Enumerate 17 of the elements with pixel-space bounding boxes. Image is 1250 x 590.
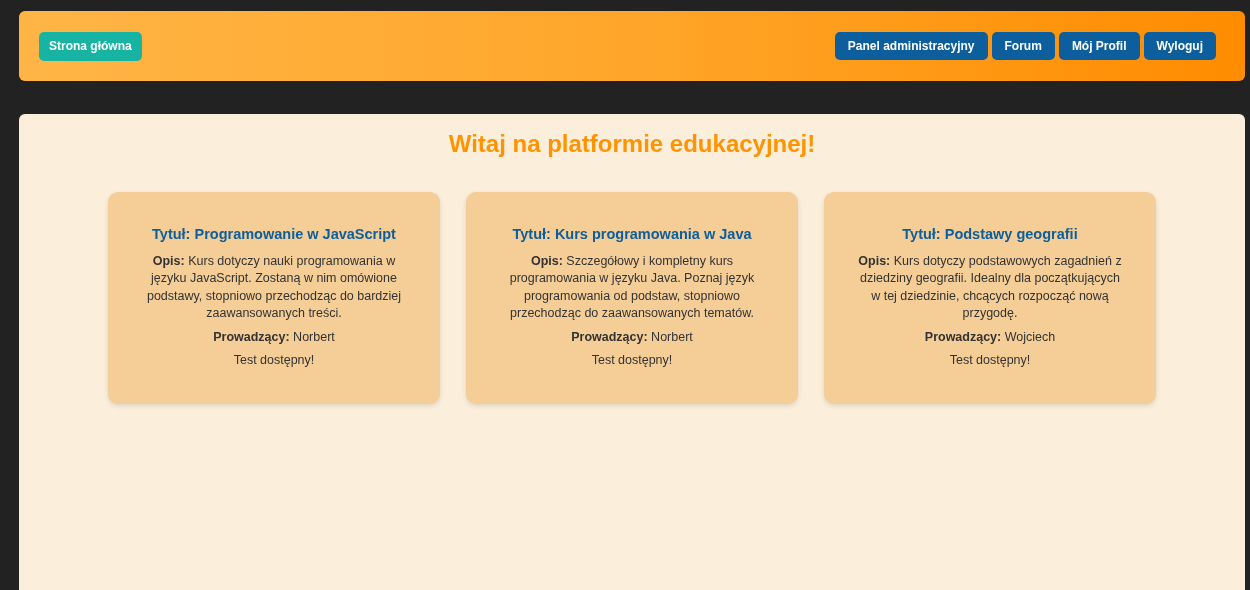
course-teacher: Prowadzący: Wojciech — [924, 328, 1056, 346]
course-title: Tytuł: Kurs programowania w Java — [512, 226, 752, 244]
course-description: Opis: Kurs dotyczy podstawowych zagadnień z dziedziny geografii. Idealny dla początkujących w tej dziedzinie, chcących rozpocząć nową przygodę. — [857, 252, 1123, 322]
nav-button[interactable]: Panel administracyjny — [834, 32, 988, 60]
course-teacher: Prowadzący: Norbert — [571, 328, 693, 346]
test-status: Test dostępny! — [233, 352, 315, 369]
test-status: Test dostępny! — [949, 352, 1031, 369]
nav-button[interactable]: Forum — [991, 32, 1055, 60]
course-description: Opis: Kurs dotyczy nauki programowania w języku JavaScript. Zostaną w nim omówione podstawy, stopniowo przechodząc do bardziej zaawansowanych treści. — [145, 252, 403, 322]
course-title: Tytuł: Programowanie w JavaScript — [152, 226, 396, 244]
course-title: Tytuł: Podstawy geografii — [902, 226, 1078, 244]
course-description: Opis: Szczegółowy i kompletny kurs programowania w języku Java. Poznaj język programowania od podstaw, stopniowo przechodząc do zaawansowanych tematów. — [508, 252, 756, 322]
nav-button[interactable]: Mój Profil — [1058, 32, 1140, 60]
course-teacher: Prowadzący: Norbert — [213, 328, 335, 346]
test-status: Test dostępny! — [591, 352, 673, 369]
page-heading: Witaj na platformie edukacyjnej! — [448, 130, 816, 158]
nav-button[interactable]: Wyloguj — [1143, 32, 1216, 60]
